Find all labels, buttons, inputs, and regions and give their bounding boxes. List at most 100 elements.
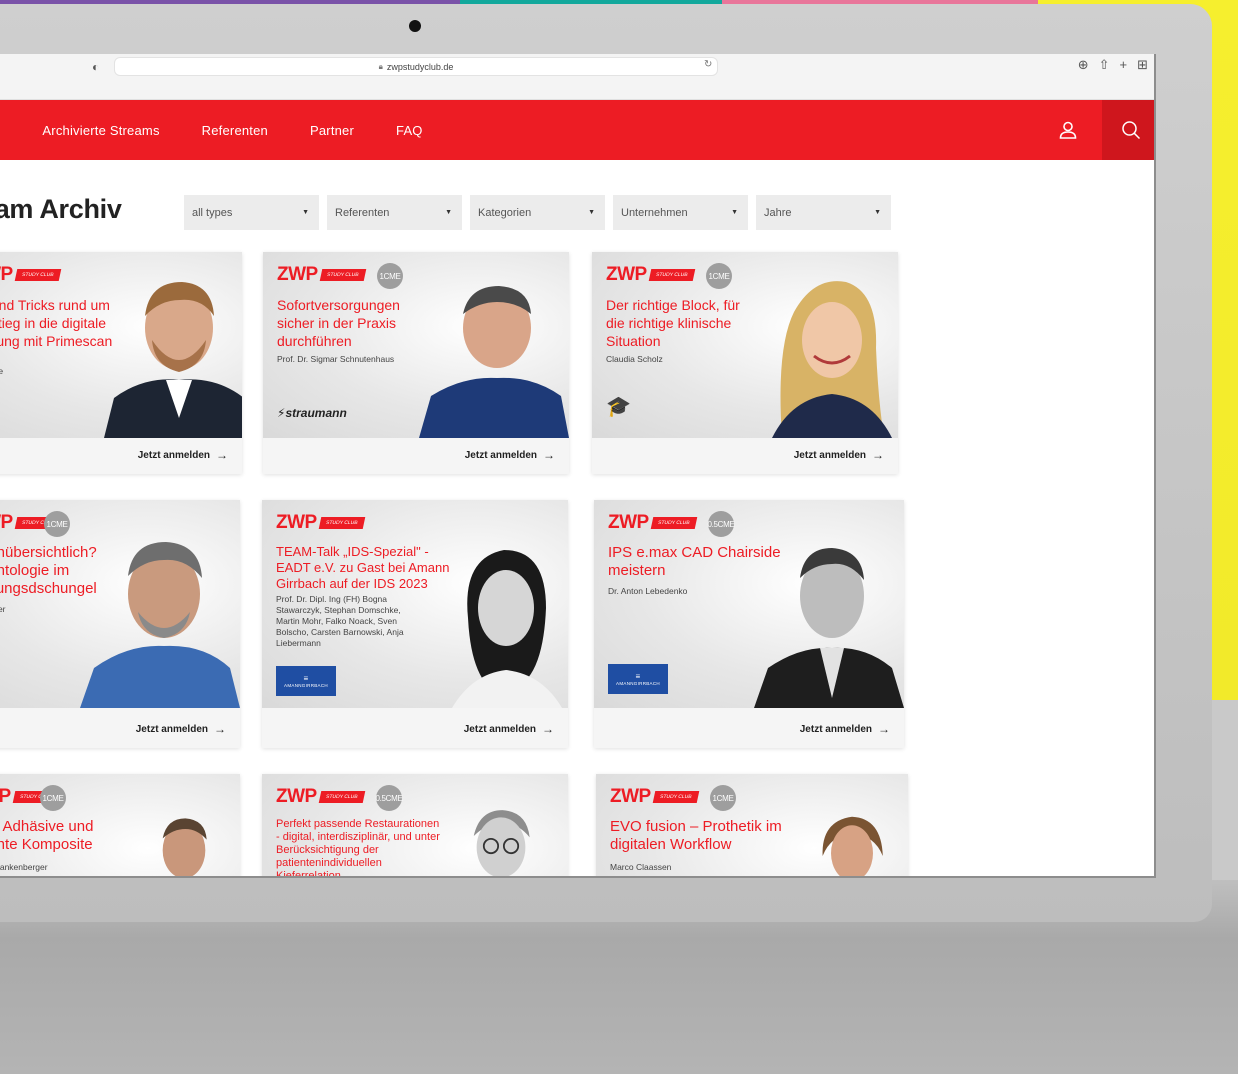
laptop-frame: ◐ 🔒︎ zwpstudyclub.de ↻ ⊕ ⇧ + ⊞ ream Arch… (0, 4, 1212, 922)
stream-card[interactable]: ZWPSTUDY CLUB s und Tricks rund um insti… (0, 252, 242, 474)
speaker-photo (822, 816, 883, 876)
cme-badge: 1CME (377, 263, 403, 289)
speaker-photo (452, 550, 562, 708)
nav-item-partner[interactable]: Partner (310, 123, 354, 138)
register-link[interactable]: Jetzt anmelden → (800, 722, 890, 736)
card-banner: ZWPSTUDY CLUB 1CME ive Adhäsive und gent… (0, 774, 240, 876)
card-speaker: Claudia Scholz (606, 354, 663, 364)
arrow-right-icon: → (543, 448, 555, 462)
card-banner: ZWP STUDY CLUB 0.5CME Perfekt passende Re… (262, 774, 568, 878)
page-title: eam Archiv (0, 194, 122, 224)
arrow-right-icon: → (878, 722, 890, 736)
stream-card[interactable]: ZWP STUDY CLUB 1CME Der richtige Block, f… (592, 252, 898, 474)
amann-mark-icon: ≡ (635, 671, 641, 681)
card-banner: ZWPSTUDY CLUB s und Tricks rund um insti… (0, 252, 242, 438)
card-title: EVO fusion – Prothetik im digitalen Work… (610, 818, 782, 853)
filter-bar: all types ▼ Referenten ▼ Kategorien ▼ Unter… (184, 195, 891, 230)
cme-badge: 1CME (710, 785, 736, 811)
address-bar[interactable]: 🔒︎ zwpstudyclub.de (114, 57, 718, 76)
stream-card[interactable]: ZWPSTUDY CLUB 1CME t unübersichtlich? do… (0, 500, 240, 748)
speaker-photo (772, 281, 892, 438)
dropdown-arrow-icon: ▼ (874, 209, 881, 216)
download-icon[interactable]: ⊕ (1078, 57, 1089, 73)
register-link[interactable]: Jetzt anmelden → (465, 448, 555, 462)
speaker-photo (473, 810, 530, 876)
partner-logo-amann-girrbach: ≡ AMANNGIRRBACH (276, 666, 336, 696)
card-speaker: Marco Claassen (610, 862, 672, 872)
nav-item-archivierte-streams[interactable]: Archivierte Streams (42, 123, 159, 138)
cme-badge: 1CME (44, 511, 70, 537)
stream-card[interactable]: ZWP STUDY CLUB 1CME Sofortversorgungen si… (263, 252, 569, 474)
register-link[interactable]: Jetzt anmelden → (794, 448, 884, 462)
filter-kategorien-select[interactable]: Kategorien ▼ (470, 195, 605, 230)
zwp-study-club-logo: ZWPSTUDY CLUB (610, 786, 699, 808)
lock-icon: 🔒︎ (378, 61, 383, 71)
filter-types-select[interactable]: all types ▼ (184, 195, 319, 230)
dropdown-arrow-icon: ▼ (588, 209, 595, 216)
card-speaker: Prof. Dr. Dipl. Ing (FH) Bogna Stawarczy… (276, 594, 404, 648)
card-title: Perfekt passende Restaurationen - digita… (276, 818, 440, 878)
stream-card[interactable]: ZWPSTUDY CLUB 1CME ive Adhäsive und gent… (0, 774, 240, 876)
amann-mark-icon: ≡ (303, 673, 309, 683)
card-title: TEAM-Talk „IDS-Spezial" - EADT e.V. zu G… (276, 544, 450, 591)
card-banner: ZWPSTUDY CLUB 1CME t unübersichtlich? do… (0, 500, 240, 708)
reload-icon[interactable]: ↻ (704, 59, 712, 70)
card-title: ive Adhäsive und gente Komposite (0, 818, 94, 853)
card-banner: ZWP STUDY CLUB 1CME EVO fusion – Protheti… (596, 774, 908, 876)
stream-card[interactable]: ZWP STUDY CLUB 0.5CME IPS e.max CAD Chair… (594, 500, 904, 748)
partner-logo-straumann: ⚡straumann (277, 406, 347, 420)
dropdown-arrow-icon: ▼ (302, 209, 309, 216)
speaker-photo (754, 548, 904, 708)
tabs-grid-icon[interactable]: ⊞ (1137, 57, 1148, 73)
speaker-photo (80, 542, 240, 708)
zwp-study-club-logo: ZWPSTUDY CLUB (606, 264, 695, 286)
zwp-study-club-logo: ZWPSTUDY CLUB (0, 264, 61, 286)
plus-icon[interactable]: + (1120, 57, 1128, 73)
site-nav: ream Archivierte Streams Referenten Part… (0, 100, 1154, 160)
zwp-study-club-logo: ZWPSTUDY CLUB (608, 512, 697, 534)
nav-item-referenten[interactable]: Referenten (202, 123, 268, 138)
share-icon[interactable]: ⇧ (1099, 57, 1110, 73)
filter-jahre-select[interactable]: Jahre ▼ (756, 195, 891, 230)
register-link[interactable]: Jetzt anmelden → (464, 722, 554, 736)
cme-badge: 1CME (706, 263, 732, 289)
url-text: zwpstudyclub.de (386, 61, 454, 72)
register-link[interactable]: Jetzt anmelden → (136, 722, 226, 736)
shield-icon[interactable]: ◐ (92, 60, 99, 74)
arrow-right-icon: → (216, 448, 228, 462)
arrow-right-icon: → (214, 722, 226, 736)
card-banner: ZWP STUDY CLUB 0.5CME IPS e.max CAD Chair… (594, 500, 904, 708)
stream-card[interactable]: ZWP STUDY CLUB 0.5CME Perfekt passende Re… (262, 774, 568, 878)
filter-referenten-select[interactable]: Referenten ▼ (327, 195, 462, 230)
dropdown-arrow-icon: ▼ (445, 209, 452, 216)
stream-card[interactable]: ZWP STUDY CLUB 1CME EVO fusion – Protheti… (596, 774, 908, 876)
speaker-photo (419, 286, 569, 438)
nav-menu: ream Archivierte Streams Referenten Part… (0, 100, 423, 160)
filter-unternehmen-select[interactable]: Unternehmen ▼ (613, 195, 748, 230)
card-speaker: nd Frankenberger (0, 862, 48, 872)
laptop-screen: ◐ 🔒︎ zwpstudyclub.de ↻ ⊕ ⇧ + ⊞ ream Arch… (0, 54, 1156, 878)
arrow-right-icon: → (872, 448, 884, 462)
card-banner: ZWP STUDY CLUB 1CME Der richtige Block, f… (592, 252, 898, 438)
stream-card[interactable]: ZWP STUDY CLUB TEAM-Talk „IDS-Spezial" - … (262, 500, 568, 748)
partner-logo-amann-girrbach: ≡ AMANNGIRRBACH (608, 664, 668, 694)
toolbar-icons: ⊕ ⇧ + ⊞ (1078, 57, 1148, 73)
card-speaker: Dr. Anton Lebedenko (608, 586, 688, 596)
zwp-study-club-logo: ZWPSTUDY CLUB (277, 264, 366, 286)
mascot-icon: 🎓 (606, 396, 631, 418)
camera-icon (409, 20, 421, 32)
cme-badge: 0.5CME (375, 785, 403, 811)
search-icon[interactable] (1121, 120, 1141, 140)
cme-badge: 1CME (40, 785, 66, 811)
user-icon[interactable] (1058, 120, 1078, 140)
nav-item-faq[interactable]: FAQ (396, 123, 423, 138)
cme-badge: 0.5CME (707, 511, 735, 537)
card-title: Der richtige Block, für die richtige kli… (606, 297, 740, 349)
register-link[interactable]: Jetzt anmelden → (138, 448, 228, 462)
browser-toolbar: ◐ 🔒︎ zwpstudyclub.de ↻ ⊕ ⇧ + ⊞ (0, 54, 1154, 100)
speaker-photo (104, 282, 242, 438)
card-banner: ZWP STUDY CLUB TEAM-Talk „IDS-Spezial" - … (262, 500, 568, 708)
speaker-photo (162, 818, 207, 876)
zwp-study-club-logo: ZWPSTUDY CLUB (276, 512, 365, 534)
card-banner: ZWP STUDY CLUB 1CME Sofortversorgungen si… (263, 252, 569, 438)
